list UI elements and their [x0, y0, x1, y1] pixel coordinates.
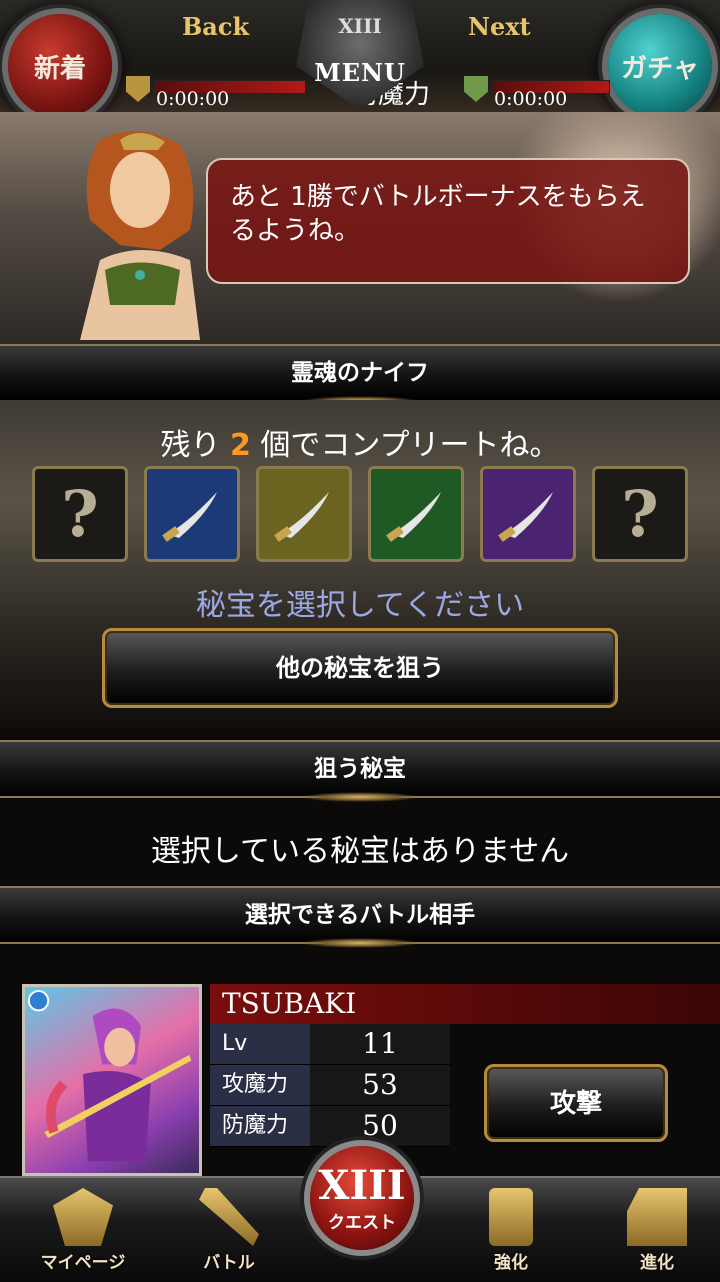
opponent-section-header: 選択できるバトル相手	[0, 886, 720, 944]
knife-icon	[162, 492, 217, 542]
gacha-button[interactable]: ガチャ	[608, 14, 712, 118]
opponent-name: TSUBAKI	[210, 984, 720, 1024]
nav-label: クエスト	[328, 1213, 396, 1233]
treasure-slot-knife[interactable]	[256, 466, 352, 562]
gacha-label: ガチャ	[621, 53, 699, 84]
treasure-section-header: 霊魂のナイフ	[0, 344, 720, 402]
stat-row-defense: 防魔力 50	[210, 1106, 450, 1147]
treasure-slot-unknown[interactable]: ?	[592, 466, 688, 562]
menu-label: MENU	[314, 58, 406, 87]
news-label: 新着	[33, 53, 86, 84]
nav-enhance[interactable]: 強化	[456, 1188, 566, 1278]
select-treasure-prompt: 秘宝を選択してください	[195, 588, 525, 623]
opponent-character-art	[27, 990, 192, 1162]
left-timer: 0:00:00	[156, 88, 230, 110]
stat-value: 11	[310, 1024, 450, 1064]
nav-battle[interactable]: バトル	[174, 1188, 284, 1278]
speech-bubble: あと 1勝でバトルボーナスをもらえるようね。	[206, 158, 690, 284]
news-button[interactable]: 新着	[8, 14, 112, 118]
knife-icon	[386, 492, 441, 542]
nav-label: 進化	[640, 1253, 674, 1273]
stat-value: 50	[310, 1106, 450, 1146]
right-timer: 0:00:00	[494, 88, 568, 110]
stat-label: Lv	[210, 1024, 310, 1064]
nav-quest[interactable]: XIII クエスト	[310, 1146, 414, 1250]
stat-value: 53	[310, 1065, 450, 1105]
header-flourish	[300, 938, 420, 948]
treasure-slot-knife[interactable]	[480, 466, 576, 562]
treasure-slot-unknown[interactable]: ?	[32, 466, 128, 562]
quest-numeral: XIII	[318, 1162, 406, 1209]
stat-row-level: Lv 11	[210, 1024, 450, 1065]
question-mark-icon: ?	[621, 476, 659, 552]
nav-evolve[interactable]: 進化	[602, 1188, 712, 1278]
remaining-prefix: 残り	[160, 428, 221, 463]
header-flourish	[300, 792, 420, 802]
knife-icon	[498, 492, 553, 542]
nav-mypage[interactable]: マイページ	[28, 1188, 138, 1278]
treasure-slot-knife[interactable]	[368, 466, 464, 562]
nav-label: マイページ	[40, 1253, 126, 1273]
crossed-swords-icon	[199, 1188, 259, 1246]
target-other-treasure-button[interactable]: 他の秘宝を狙う	[102, 628, 618, 708]
stat-label: 防魔力	[210, 1106, 310, 1146]
menu-numeral: XIII	[338, 14, 382, 38]
knife-icon	[274, 492, 329, 542]
question-mark-icon: ?	[61, 476, 99, 552]
stat-row-attack: 攻魔力 53	[210, 1065, 450, 1106]
stat-label: 攻魔力	[210, 1065, 310, 1105]
no-selection-text: 選択している秘宝はありません	[150, 834, 570, 869]
remaining-count: 2	[230, 428, 251, 463]
remaining-text: 残り 2 個でコンプリートね。	[0, 420, 720, 464]
back-link[interactable]: Back	[182, 12, 249, 41]
target-section-header: 狙う秘宝	[0, 740, 720, 798]
attack-button[interactable]: 攻撃	[484, 1064, 668, 1142]
next-link[interactable]: Next	[468, 12, 531, 41]
opponent-card[interactable]	[22, 984, 202, 1176]
evolve-icon	[627, 1188, 687, 1246]
enhance-icon	[489, 1188, 533, 1246]
nav-label: 強化	[494, 1253, 528, 1273]
dragon-icon	[53, 1188, 113, 1246]
nav-label: バトル	[203, 1253, 255, 1273]
remaining-suffix: 個でコンプリートね。	[260, 428, 560, 463]
treasure-slot-knife[interactable]	[144, 466, 240, 562]
